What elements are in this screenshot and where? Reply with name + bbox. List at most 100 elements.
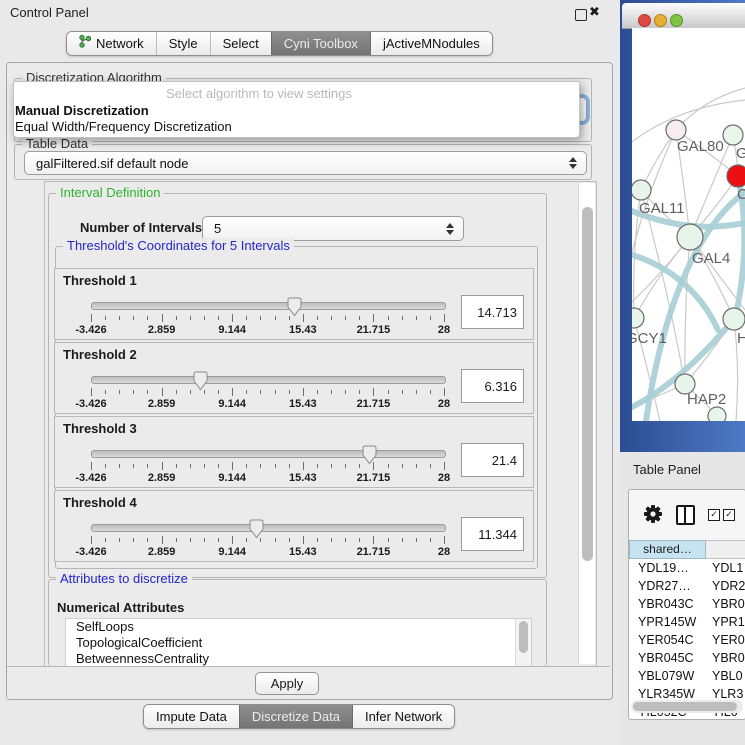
threshold-value-field[interactable]: 14.713 [461,295,524,329]
tick-label: 2.859 [148,472,176,484]
network-window-titlebar[interactable] [622,3,745,29]
name-cell: YPR1 [706,613,745,631]
network-node-label: GAL4 [692,250,730,267]
gear-icon[interactable] [643,504,663,527]
threshold-slider-track[interactable] [91,524,446,532]
tab-jactivemnodules[interactable]: jActiveMNodules [370,32,492,55]
threshold-slider-track[interactable] [91,376,446,384]
threshold-slider-thumb[interactable] [362,445,377,465]
threshold-value-field[interactable]: 11.344 [461,517,524,551]
attribute-list-item[interactable]: TopologicalCoefficient [66,635,531,651]
tick-mark [133,390,134,394]
tick-mark [388,464,389,468]
network-node[interactable] [723,308,745,330]
tick-mark [416,464,417,468]
tab-cyni-toolbox[interactable]: Cyni Toolbox [271,32,370,55]
table-row[interactable]: YDR27…YDR2 [629,577,745,595]
name-cell: YDR2 [706,577,745,595]
tick-mark [388,538,389,542]
checkbox-icon[interactable]: ✓ [723,509,735,521]
table-data-combo[interactable]: galFiltered.sif default node [24,151,587,175]
close-icon[interactable]: ✖ [589,4,600,20]
tick-mark [303,536,304,544]
tick-mark [317,316,318,320]
threshold-slider-thumb[interactable] [193,371,208,391]
tick-mark [402,464,403,468]
tick-label: 15.43 [289,324,317,336]
tick-mark [147,390,148,394]
network-edge[interactable] [676,88,745,130]
horizontal-scrollbar[interactable] [631,700,743,713]
name-cell: YBR0 [706,595,745,613]
close-traffic-light[interactable] [638,14,651,27]
table-row[interactable]: YPR145WYPR1 [629,613,745,631]
column-header-name[interactable]: n [706,540,745,559]
tab-style[interactable]: Style [156,32,210,55]
dropdown-option-manual-discretization[interactable]: Manual Discretization [15,103,149,118]
tab-infer-network[interactable]: Infer Network [352,705,454,728]
checkbox-icon[interactable]: ✓ [708,509,720,521]
network-node[interactable] [708,407,726,421]
threshold-slider-track[interactable] [91,450,446,458]
tick-mark [246,538,247,542]
tick-mark [289,390,290,394]
tick-mark [147,316,148,320]
tick-mark [402,538,403,542]
threshold-4-panel: Threshold 4 -3.4262.8599.14415.4321.7152… [54,490,534,562]
split-columns-icon[interactable] [676,505,695,525]
table-toolbar: ✓ ✓ [629,490,745,540]
minimize-traffic-light[interactable] [654,14,667,27]
table-row[interactable]: YDL19…YDL1 [629,559,745,577]
tick-mark [91,462,92,470]
apply-button[interactable]: Apply [255,672,319,695]
network-canvas[interactable]: GAL80G.CGAL11GAL4GCY1HHAP2 [632,28,745,421]
dropdown-option-equal-width-frequency[interactable]: Equal Width/Frequency Discretization [15,119,232,134]
tab-label: Style [169,32,198,55]
column-header-shared-name[interactable]: shared… [629,540,706,559]
tick-label: 15.43 [289,546,317,558]
network-node[interactable] [723,125,743,145]
threshold-slider-thumb[interactable] [249,519,264,539]
network-node[interactable] [632,180,651,200]
tab-select[interactable]: Select [210,32,271,55]
scrollbar-thumb[interactable] [633,702,737,711]
network-edge-highlighted[interactable] [735,186,744,318]
control-panel-titlebar: Control Panel ✖ [0,0,620,24]
tick-mark [119,390,120,394]
threshold-value-field[interactable]: 6.316 [461,369,524,403]
table-row[interactable]: YBR043CYBR0 [629,595,745,613]
network-node[interactable] [677,224,703,250]
tab-impute-data[interactable]: Impute Data [144,705,239,728]
top-tab-bar: Network Style Select Cyni Toolbox jActiv… [66,31,493,56]
network-node[interactable] [632,308,644,328]
list-scrollbar[interactable] [515,619,531,666]
tick-mark [105,538,106,542]
float-window-icon[interactable] [575,9,587,21]
threshold-value-field[interactable]: 21.4 [461,443,524,477]
network-node[interactable] [666,120,686,140]
network-node[interactable] [727,165,745,187]
tab-discretize-data[interactable]: Discretize Data [239,705,352,728]
attribute-list-item[interactable]: SelfLoops [66,619,531,635]
vertical-scrollbar[interactable] [578,183,595,664]
tab-label: Impute Data [156,705,227,728]
threshold-slider-thumb[interactable] [287,297,302,317]
table-row[interactable]: YBR045CYBR0 [629,649,745,667]
tick-mark [105,464,106,468]
table-row[interactable]: YBL079WYBL0 [629,667,745,685]
zoom-traffic-light[interactable] [670,14,683,27]
network-edge[interactable] [632,237,690,310]
group-title: Attributes to discretize [56,571,192,586]
threshold-2-panel: Threshold 2 -3.4262.8599.14415.4321.7152… [54,342,534,414]
scrollbar-thumb[interactable] [519,621,528,653]
threshold-slider-track[interactable] [91,302,446,310]
tick-mark [373,536,374,544]
attribute-list-item[interactable]: BetweennessCentrality [66,651,531,667]
scrollbar-thumb[interactable] [582,207,593,561]
attribute-items: SelfLoopsTopologicalCoefficientBetweenne… [66,619,531,667]
table-row[interactable]: YER054CYER0 [629,631,745,649]
tab-network[interactable]: Network [67,32,156,55]
tab-label: Select [223,32,259,55]
tick-mark [204,464,205,468]
tick-mark [204,316,205,320]
